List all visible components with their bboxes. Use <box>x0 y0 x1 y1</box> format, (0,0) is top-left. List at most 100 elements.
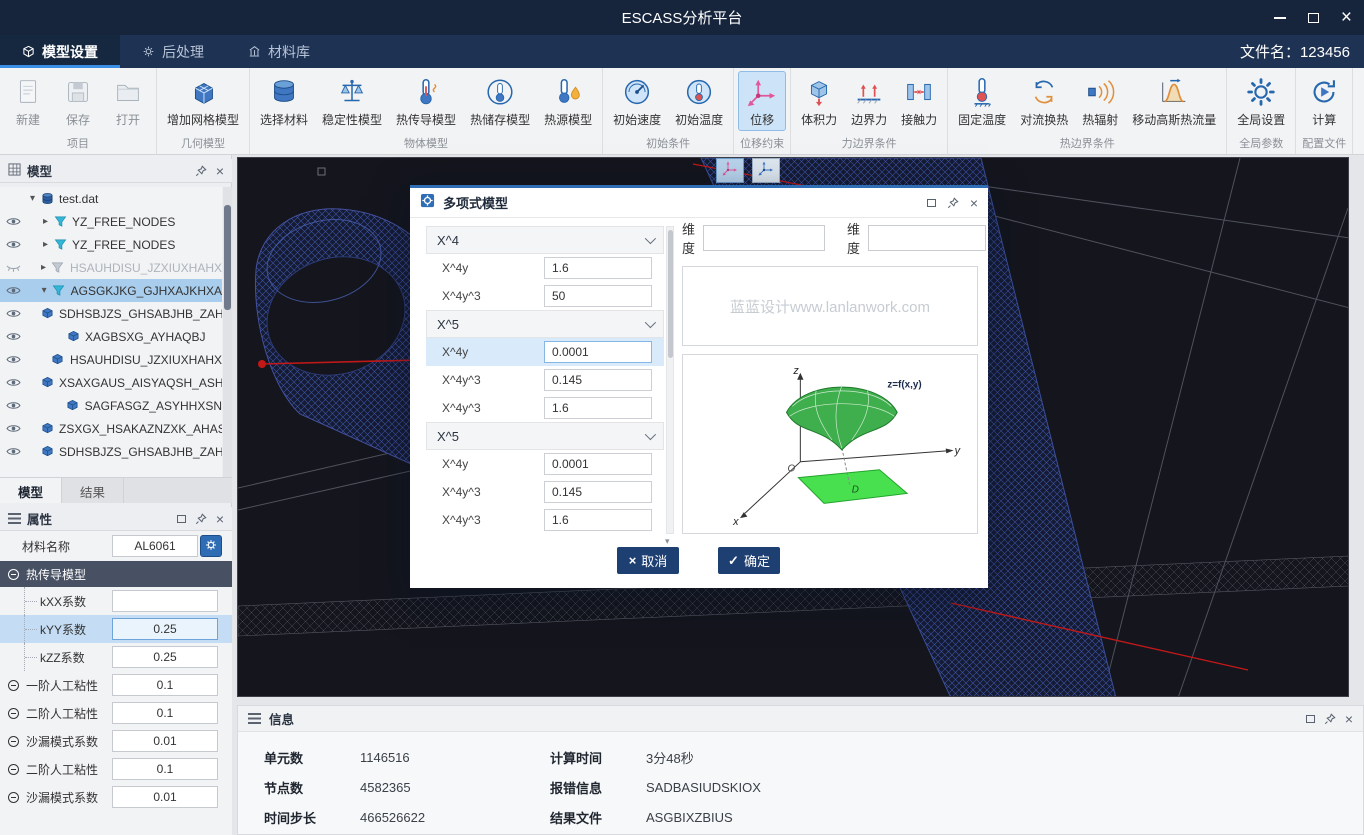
tree-item-9[interactable]: SAGFASGZ_ASYHHXSN <box>0 394 222 417</box>
property-input-3[interactable] <box>112 646 218 668</box>
ribbon-button-save[interactable]: 保存 <box>54 71 102 131</box>
eye-icon[interactable] <box>0 423 26 434</box>
close-icon[interactable]: × <box>216 164 224 178</box>
ok-button[interactable]: ✓ 确定 <box>718 547 780 574</box>
chevron-down-icon[interactable] <box>645 429 656 440</box>
ribbon-button-init-speed[interactable]: 初始速度 <box>607 71 667 131</box>
scrollbar-thumb[interactable] <box>668 230 674 358</box>
tree-item-8[interactable]: XSAXGAUS_AISYAQSH_ASHX <box>0 371 222 394</box>
polynomial-row-6[interactable]: X^4y^3 <box>426 394 664 422</box>
ribbon-button-compute[interactable]: 计算 <box>1300 71 1348 131</box>
coefficient-input-1[interactable] <box>544 257 652 279</box>
polynomial-row-1[interactable]: X^4y <box>426 254 664 282</box>
property-row-0[interactable]: 热传导模型 <box>0 561 232 587</box>
coefficient-input-6[interactable] <box>544 397 652 419</box>
collapse-icon[interactable] <box>8 736 19 747</box>
pin-icon[interactable] <box>195 513 207 525</box>
chevron-down-icon[interactable] <box>645 233 656 244</box>
ribbon-button-thermo-source[interactable]: 热源模型 <box>538 71 598 131</box>
property-row-7[interactable]: 二阶人工粘性 <box>0 755 232 783</box>
ribbon-button-thermo-store[interactable]: 热储存模型 <box>464 71 536 131</box>
property-input-4[interactable] <box>112 674 218 696</box>
tree-item-0[interactable]: ▾test.dat <box>0 187 222 210</box>
close-icon[interactable]: × <box>1341 8 1352 27</box>
property-input-1[interactable] <box>112 590 218 612</box>
model-tree-scrollbar[interactable] <box>223 187 232 477</box>
eye-icon[interactable] <box>0 239 26 250</box>
restore-icon[interactable] <box>1306 715 1315 723</box>
eye-icon[interactable] <box>0 446 26 457</box>
eye-icon[interactable] <box>0 285 26 296</box>
tree-item-4[interactable]: ▾AGSGKJKG_GJHXAJKHXA <box>0 279 222 302</box>
property-input-6[interactable] <box>112 730 218 752</box>
material-name-input[interactable] <box>112 535 198 557</box>
coefficient-input-4[interactable] <box>544 341 652 363</box>
polynomial-row-10[interactable]: X^4y^3 <box>426 506 664 534</box>
pin-icon[interactable] <box>1324 713 1336 725</box>
ribbon-button-contact-force[interactable]: 接触力 <box>895 71 943 131</box>
tree-item-11[interactable]: SDHSBJZS_GHSABJHB_ZAHU <box>0 440 222 463</box>
expand-arrow-icon[interactable]: ▾ <box>26 193 39 204</box>
tree-item-2[interactable]: ▸YZ_FREE_NODES <box>0 233 222 256</box>
panel-tab-0[interactable]: 模型 <box>0 478 62 503</box>
dimension-input-0[interactable] <box>703 225 825 251</box>
restore-icon[interactable] <box>177 515 186 523</box>
collapse-icon[interactable] <box>8 764 19 775</box>
property-row-8[interactable]: 沙漏模式系数 <box>0 783 232 811</box>
restore-icon[interactable] <box>927 199 936 207</box>
close-icon[interactable]: × <box>970 196 978 210</box>
dialog-scrollbar[interactable] <box>666 226 674 534</box>
eye-icon[interactable] <box>0 331 26 342</box>
eye-icon[interactable] <box>0 308 26 319</box>
dialog-header[interactable]: 多项式模型 × <box>410 188 988 218</box>
property-row-3[interactable]: kZZ系数 <box>0 643 232 671</box>
pin-icon[interactable] <box>947 197 959 209</box>
tree-item-5[interactable]: SDHSBJZS_GHSABJHB_ZAHU <box>0 302 222 325</box>
ribbon-button-scale[interactable]: 稳定性模型 <box>316 71 388 131</box>
chevron-down-icon[interactable] <box>645 317 656 328</box>
polynomial-row-0[interactable]: X^4 <box>426 226 664 254</box>
nav-tab-model-setup[interactable]: 模型设置 <box>0 35 120 68</box>
cancel-button[interactable]: × 取消 <box>617 547 679 574</box>
nav-tab-material-lib[interactable]: 材料库 <box>226 35 332 68</box>
polynomial-row-5[interactable]: X^4y^3 <box>426 366 664 394</box>
close-icon[interactable]: × <box>1345 712 1353 726</box>
scroll-down-icon[interactable]: ▾ <box>665 536 670 547</box>
expand-arrow-icon[interactable]: ▸ <box>39 239 52 250</box>
eye-icon[interactable] <box>0 216 26 227</box>
polynomial-row-2[interactable]: X^4y^3 <box>426 282 664 310</box>
collapse-icon[interactable] <box>8 792 19 803</box>
polynomial-row-8[interactable]: X^4y <box>426 450 664 478</box>
tree-item-7[interactable]: HSAUHDISU_JZXIUXHAHX <box>0 348 222 371</box>
polynomial-row-9[interactable]: X^4y^3 <box>426 478 664 506</box>
property-row-1[interactable]: kXX系数 <box>0 587 232 615</box>
maximize-icon[interactable] <box>1308 13 1319 23</box>
property-row-5[interactable]: 二阶人工粘性 <box>0 699 232 727</box>
ribbon-button-gauss-flux[interactable]: 移动高斯热流量 <box>1126 71 1222 131</box>
expand-arrow-icon[interactable]: ▾ <box>38 285 51 296</box>
eye-icon[interactable] <box>0 377 26 388</box>
material-settings-button[interactable] <box>200 535 222 557</box>
eye-icon[interactable] <box>0 400 26 411</box>
ribbon-button-global-settings[interactable]: 全局设置 <box>1231 71 1291 131</box>
property-row-2[interactable]: kYY系数 <box>0 615 232 643</box>
ribbon-button-material-db[interactable]: 选择材料 <box>254 71 314 131</box>
eye-icon[interactable] <box>0 354 26 365</box>
ribbon-button-body-force[interactable]: 体积力 <box>795 71 843 131</box>
property-input-7[interactable] <box>112 758 218 780</box>
polynomial-row-4[interactable]: X^4y <box>426 338 664 366</box>
coefficient-input-5[interactable] <box>544 369 652 391</box>
panel-tab-1[interactable]: 结果 <box>62 478 124 503</box>
expand-arrow-icon[interactable]: ▸ <box>37 262 50 273</box>
ribbon-button-boundary-force[interactable]: 边界力 <box>845 71 893 131</box>
expand-arrow-icon[interactable]: ▸ <box>39 216 52 227</box>
collapse-icon[interactable] <box>8 569 19 580</box>
ribbon-button-radiation[interactable]: 热辐射 <box>1076 71 1124 131</box>
property-row-6[interactable]: 沙漏模式系数 <box>0 727 232 755</box>
property-input-2[interactable] <box>112 618 218 640</box>
collapse-icon[interactable] <box>8 680 19 691</box>
polynomial-row-7[interactable]: X^5 <box>426 422 664 450</box>
ribbon-button-fixed-temp[interactable]: 固定温度 <box>952 71 1012 131</box>
ribbon-button-thermo-conduct[interactable]: 热传导模型 <box>390 71 462 131</box>
collapse-icon[interactable] <box>8 708 19 719</box>
